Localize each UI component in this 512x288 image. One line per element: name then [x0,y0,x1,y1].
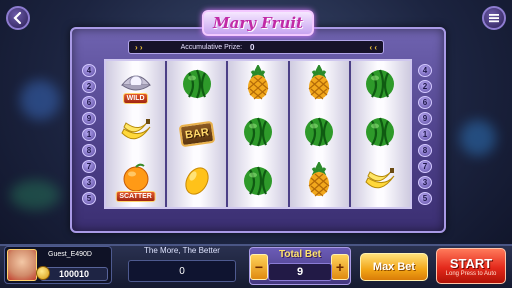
payline-right-indicator: 1 [418,128,432,141]
prize-arrows-right: ‹ ‹ [369,42,377,52]
payline-left-indicator: 5 [82,192,96,205]
bar-icon: BAR [178,120,216,148]
game-title: Mary Fruit [213,14,303,32]
payline-right-indicator: 8 [418,144,432,157]
mango-icon [179,162,215,203]
symbol-tag: SCATTER [115,190,156,202]
reel-symbol [238,63,278,106]
reel-symbol [360,114,400,154]
reel-symbol: SCATTER [115,163,156,203]
total-bet-label: Total Bet [278,249,322,260]
reel-symbol [238,114,278,154]
reel-column: BAR [167,61,229,207]
banana-icon [362,162,398,203]
payline-right-indicator: 2 [418,80,432,93]
reel-symbol: WILD [116,65,156,105]
watermelon-icon [301,113,337,154]
payline-right-indicator: 5 [418,192,432,205]
prize-value: 0 [250,42,255,52]
reel-column [350,61,411,207]
reel-symbol [238,163,278,203]
reel-symbol [116,114,156,154]
payline-indicators-right: 4 2 6 9 1 8 7 3 5 [418,64,434,205]
total-bet-value: 9 [268,263,332,281]
reel-symbol: BAR [177,114,217,154]
prize-label: Accumulative Prize: [180,43,243,51]
payline-left-indicator: 7 [82,160,96,173]
reel-symbol [299,63,339,106]
payline-left-indicator: 6 [82,96,96,109]
reel-column [228,61,290,207]
coin-icon [36,266,50,280]
player-name: Guest_E490D [48,251,92,258]
bet-decrease-button[interactable]: − [250,254,268,280]
reel-symbol [360,65,400,105]
payline-right-indicator: 3 [418,176,432,189]
payline-left-indicator: 4 [82,64,96,77]
watermelon-icon [362,113,398,154]
pineapple-icon [240,63,276,106]
prize-arrows-left: › › [135,42,143,52]
reel-column: WILD SCATTER [106,61,168,207]
watermelon-icon [240,162,276,203]
reels-area: WILD SCATTER BAR [104,59,412,209]
win-label: The More, The Better [144,246,220,255]
payline-left-indicator: 1 [82,128,96,141]
payline-left-indicator: 9 [82,112,96,125]
symbol-tag: WILD [122,93,149,105]
reel-symbol [299,114,339,154]
pineapple-icon [301,63,337,106]
back-button[interactable] [6,6,30,30]
payline-right-indicator: 6 [418,96,432,109]
banana-icon [118,113,154,154]
start-button[interactable]: START Long Press to Auto [436,248,506,284]
reel-column [289,61,351,207]
payline-right-indicator: 7 [418,160,432,173]
payline-left-indicator: 8 [82,144,96,157]
menu-icon [489,14,499,23]
payline-right-indicator: 9 [418,112,432,125]
reel-symbol [299,160,339,203]
start-sublabel: Long Press to Auto [445,270,497,277]
max-bet-button[interactable]: Max Bet [360,253,428,281]
payline-right-indicator: 4 [418,64,432,77]
reel-symbol [177,65,217,105]
win-value: 0 [128,260,236,282]
payline-left-indicator: 3 [82,176,96,189]
watermelon-icon [240,113,276,154]
payline-left-indicator: 2 [82,80,96,93]
bet-increase-button[interactable]: + [331,254,349,280]
menu-button[interactable] [482,6,506,30]
payline-indicators-left: 4 2 6 9 1 8 7 3 5 [82,64,98,205]
player-avatar[interactable] [7,249,37,281]
pineapple-icon [301,160,337,203]
back-arrow-icon [13,11,22,25]
watermelon-icon [179,65,215,106]
watermelon-icon [362,65,398,106]
game-title-banner: Mary Fruit [202,10,314,36]
reel-symbol [177,163,217,203]
start-label: START [449,255,493,271]
reel-symbol [360,163,400,203]
player-coins: 100010 [40,267,108,281]
accumulative-prize-bar: › › Accumulative Prize: 0 ‹ ‹ [128,40,384,54]
